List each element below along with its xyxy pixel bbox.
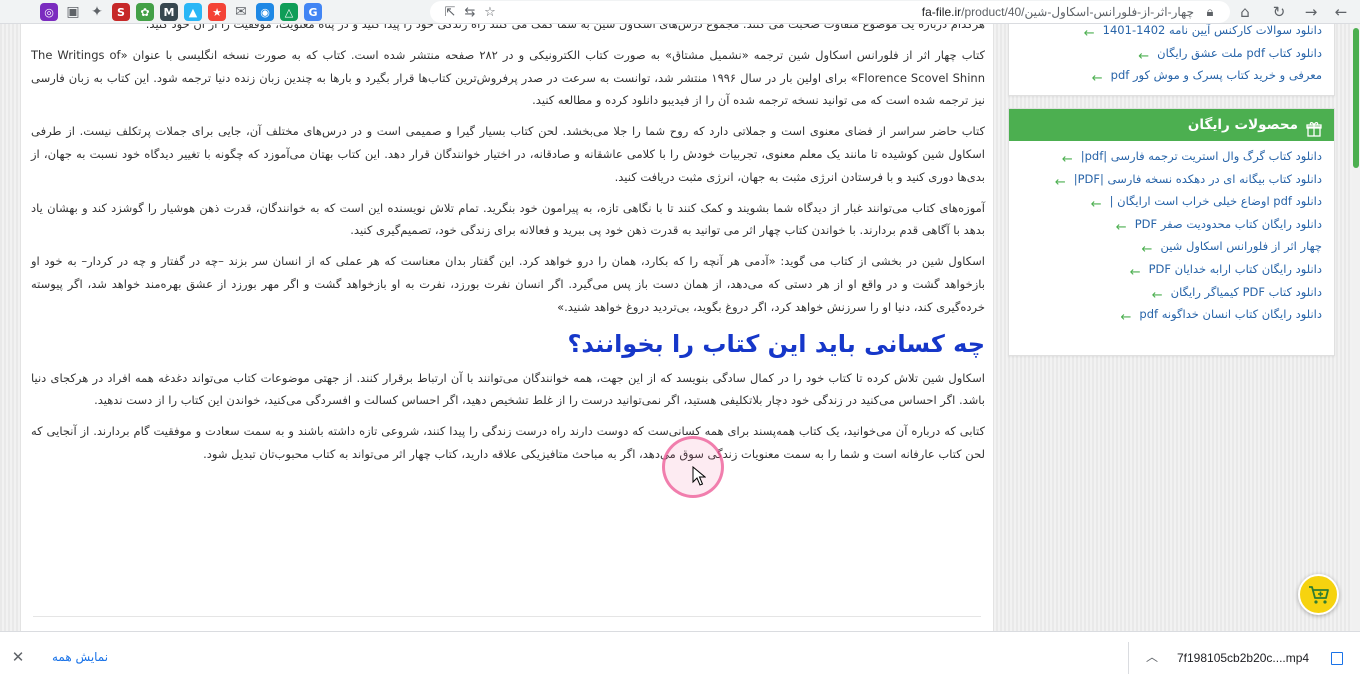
sidebar-link-item[interactable]: دانلود pdf اوضاع خیلی خراب است ارایگان |…: [1021, 190, 1322, 213]
sidebar-link-item[interactable]: دانلود کتاب PDF کیمیاگر رایگان ←: [1021, 281, 1322, 304]
article-paragraph: کتاب حاضر سراسر از فضای معنوی است و جملا…: [31, 124, 985, 184]
url-text[interactable]: fa-file.ir/product/40/چهار-اثر-از-فلوران…: [500, 5, 1200, 19]
file-icon: [1331, 652, 1343, 665]
section-heading: چه کسانی باید این کتاب را بخوانند؟: [567, 329, 985, 358]
article-paragraph: کتابی که درباره آن می‌خوانید، یک کتاب هم…: [31, 424, 985, 461]
chrome-icon[interactable]: ◉: [256, 3, 274, 21]
sidebar-posts-widget: دانلود سوالات کارکنس آیین نامه 1402-1401…: [1008, 24, 1335, 96]
extension-icon-m[interactable]: M: [160, 3, 178, 21]
bookmark-star-icon[interactable]: ☆: [480, 5, 500, 20]
sidebar-link[interactable]: دانلود رایگان کتاب انسان خداگونه pdf: [1139, 303, 1322, 325]
translate-icon[interactable]: G: [304, 3, 322, 21]
sidebar-link-item[interactable]: دانلود کتاب گرگ وال استریت ترجمه فارسی |…: [1021, 145, 1322, 168]
page-scrollbar[interactable]: [1352, 24, 1360, 631]
sidebar-link-item[interactable]: معرفی و خرید کتاب پسرک و موش کور pdf ←: [1021, 64, 1322, 87]
sidebar-link-item[interactable]: دانلود سوالات کارکنس آیین نامه 1402-1401…: [1021, 24, 1322, 42]
sidebar-link[interactable]: دانلود سوالات کارکنس آیین نامه 1402-1401: [1103, 24, 1322, 41]
sidebar-link-item[interactable]: دانلود رایگان کتاب انسان خداگونه pdf ←: [1021, 303, 1322, 326]
close-icon[interactable]: ✕: [10, 648, 26, 666]
browser-toolbar: ◎ ▣ ✦ S ✿ M ▲ ★ ✉ ◉ △ G ⇱ ⇆ ☆ fa-file.ir/product/40…: [0, 0, 1360, 24]
sidebar-link[interactable]: دانلود رایگان کتاب ارابه خدایان PDF: [1149, 258, 1322, 280]
cart-icon: [1308, 585, 1329, 604]
share-icon[interactable]: ⇱: [440, 5, 460, 20]
extensions-bar: ◎ ▣ ✦ S ✿ M ▲ ★ ✉ ◉ △ G: [40, 0, 322, 24]
url-path: /product/40/چهار-اثر-از-فلورانس-اسکاول-ش…: [961, 5, 1194, 19]
free-products-title: محصولات رایگان: [1009, 109, 1334, 141]
sidebar-link[interactable]: چهار اثر از فلورانس اسکاول شین: [1160, 235, 1322, 257]
article-paragraph: اسکاول شین در بخشی از کتاب می گوید: «آدم…: [31, 254, 985, 314]
extension-icon-1[interactable]: ◎: [40, 3, 58, 21]
article-body: هرکدام درباره یک موضوع متفاوت صحبت می کن…: [20, 24, 994, 631]
free-products-widget: محصولات رایگان دانلود کتاب گرگ وال استری…: [1008, 108, 1335, 356]
sidebar-link[interactable]: دانلود کتاب PDF کیمیاگر رایگان: [1171, 281, 1322, 303]
extension-icon-red[interactable]: S: [112, 3, 130, 21]
sidebar-link[interactable]: دانلود pdf اوضاع خیلی خراب است ارایگان |: [1110, 190, 1322, 212]
arrow-left-icon: ←: [1090, 197, 1102, 213]
sidebar-link-item[interactable]: چهار اثر از فلورانس اسکاول شین ←: [1021, 235, 1322, 258]
sidebar-link-item[interactable]: دانلود رایگان کتاب ارابه خدایان PDF ←: [1021, 258, 1322, 281]
reading-list-icon[interactable]: ▣: [64, 3, 82, 21]
sidebar-link[interactable]: دانلود کتاب گرگ وال استریت ترجمه فارسی |…: [1081, 145, 1322, 167]
puzzle-icon[interactable]: ✦: [88, 3, 106, 21]
address-bar[interactable]: ⇱ ⇆ ☆ fa-file.ir/product/40/چهار-اثر-از-…: [430, 1, 1230, 23]
mouse-cursor-icon: [692, 465, 707, 490]
sidebar-link[interactable]: معرفی و خرید کتاب پسرک و موش کور pdf: [1111, 64, 1322, 86]
arrow-left-icon: ←: [1120, 310, 1132, 326]
forward-icon[interactable]: →: [1300, 2, 1322, 22]
reload-icon[interactable]: ↻: [1268, 2, 1290, 22]
mail-icon[interactable]: ✉: [232, 3, 250, 21]
download-shelf: ✕ نمایش همه ︿ 7f198105cb2b20c....mp4: [0, 631, 1360, 682]
article-paragraph: هرکدام درباره یک موضوع متفاوت صحبت می کن…: [145, 24, 985, 31]
shelf-divider: [1128, 642, 1129, 674]
sidebar-link-item[interactable]: دانلود کتاب pdf ملت عشق رایگان ←: [1021, 42, 1322, 65]
arrow-left-icon: ←: [1129, 264, 1141, 280]
extension-icon-image[interactable]: ▲: [184, 3, 202, 21]
cart-button[interactable]: [1298, 574, 1339, 615]
arrow-left-icon: ←: [1091, 71, 1103, 87]
lock-icon[interactable]: 🔒︎: [1200, 5, 1220, 20]
drive-icon[interactable]: △: [280, 3, 298, 21]
article-paragraph: آموزه‌های کتاب می‌توانند غبار از دیدگاه …: [31, 200, 985, 238]
article-divider: [33, 616, 981, 617]
scrollbar-thumb[interactable]: [1353, 28, 1359, 168]
chevron-up-icon[interactable]: ︿: [1146, 648, 1158, 665]
gift-icon: [1306, 117, 1322, 137]
free-products-title-text: محصولات رایگان: [1187, 117, 1298, 133]
url-host: fa-file.ir: [921, 5, 962, 19]
download-file-name[interactable]: 7f198105cb2b20c....mp4: [1177, 651, 1309, 665]
sidebar-link-item[interactable]: دانلود رایگان کتاب محدودیت صفر PDF ←: [1021, 213, 1322, 236]
web-page: هرکدام درباره یک موضوع متفاوت صحبت می کن…: [0, 24, 1360, 631]
extension-icon-star[interactable]: ★: [208, 3, 226, 21]
free-products-list: دانلود کتاب گرگ وال استریت ترجمه فارسی |…: [1009, 141, 1334, 326]
arrow-left-icon: ←: [1054, 174, 1066, 190]
sidebar-link[interactable]: دانلود کتاب pdf ملت عشق رایگان: [1157, 42, 1322, 64]
sidebar-link[interactable]: دانلود رایگان کتاب محدودیت صفر PDF: [1135, 213, 1322, 235]
show-all-link[interactable]: نمایش همه: [52, 650, 108, 664]
home-icon[interactable]: ⌂: [1234, 2, 1256, 22]
article-paragraph: اسکاول شین تلاش کرده تا کتاب خود را در ک…: [31, 370, 985, 408]
sidebar-link-list: دانلود سوالات کارکنس آیین نامه 1402-1401…: [1009, 24, 1334, 87]
arrow-left-icon: ←: [1115, 219, 1127, 235]
arrow-left-icon: ←: [1083, 26, 1095, 41]
sidebar-link[interactable]: دانلود کتاب بیگانه ای در دهکده نسخه فارس…: [1074, 168, 1322, 190]
article-paragraph: کتاب چهار اثر از فلورانس اسکاول شین ترجم…: [31, 47, 986, 108]
back-icon[interactable]: ←: [1330, 2, 1352, 22]
extension-icon-green[interactable]: ✿: [136, 3, 154, 21]
open-in-app-icon[interactable]: ⇆: [460, 5, 480, 20]
